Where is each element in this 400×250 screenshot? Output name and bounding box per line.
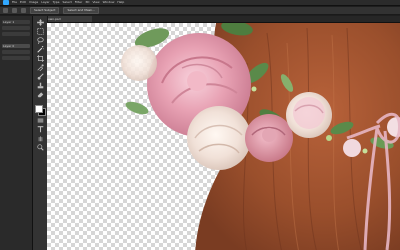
crop-icon[interactable] [36,54,44,62]
layer-row[interactable] [2,32,30,36]
menu-image[interactable]: Image [29,0,38,5]
type-icon[interactable] [36,125,44,133]
menu-type[interactable]: Type [53,0,60,5]
photo-layer [121,23,400,250]
menu-bar: File Edit Image Layer Type Select Filter… [0,0,400,6]
eyedropper-icon[interactable] [36,63,44,71]
menu-window[interactable]: Window [103,0,115,5]
lasso-icon[interactable] [36,36,44,44]
new-selection-icon[interactable] [12,8,17,13]
hand-icon[interactable] [36,134,44,142]
app-logo-icon[interactable] [3,0,9,5]
layers-panel: Layer 1 Layer 0 [0,16,33,250]
tools-panel [33,16,48,250]
layer-row[interactable] [2,56,30,60]
small-pink-rose [245,114,293,162]
menu-3d[interactable]: 3D [85,0,89,5]
select-subject-button[interactable]: Select Subject [30,7,60,14]
menu-edit[interactable]: Edit [20,0,26,5]
menu-file[interactable]: File [12,0,17,5]
magic-wand-icon[interactable] [3,8,8,13]
layer-row[interactable] [2,26,30,30]
select-and-mask-button[interactable]: Select and Mask... [63,7,99,14]
add-selection-icon[interactable] [21,8,26,13]
menu-select[interactable]: Select [63,0,72,5]
layer-row[interactable] [2,50,30,54]
brush-icon[interactable] [36,72,44,80]
foreground-color-swatch[interactable] [35,105,43,113]
gradient-icon[interactable] [36,116,44,124]
document-tab-bar: flower-crown.psd [32,16,400,23]
white-rose [187,106,251,170]
magic-wand-icon[interactable] [36,45,44,53]
zoom-icon[interactable] [36,143,44,151]
move-icon[interactable] [36,18,44,26]
menu-view[interactable]: View [92,0,99,5]
eraser-icon[interactable] [36,90,44,98]
menu-help[interactable]: Help [117,0,124,5]
light-pink-rose [286,92,332,138]
layer-row[interactable]: Layer 0 [2,44,30,48]
layer-row[interactable]: Layer 1 [2,20,30,24]
menu-filter[interactable]: Filter [75,0,82,5]
options-bar: Select Subject Select and Mask... [0,7,400,15]
marquee-icon[interactable] [36,27,44,35]
document-canvas[interactable] [47,23,400,250]
menu-layer[interactable]: Layer [41,0,49,5]
clone-stamp-icon[interactable] [36,81,44,89]
